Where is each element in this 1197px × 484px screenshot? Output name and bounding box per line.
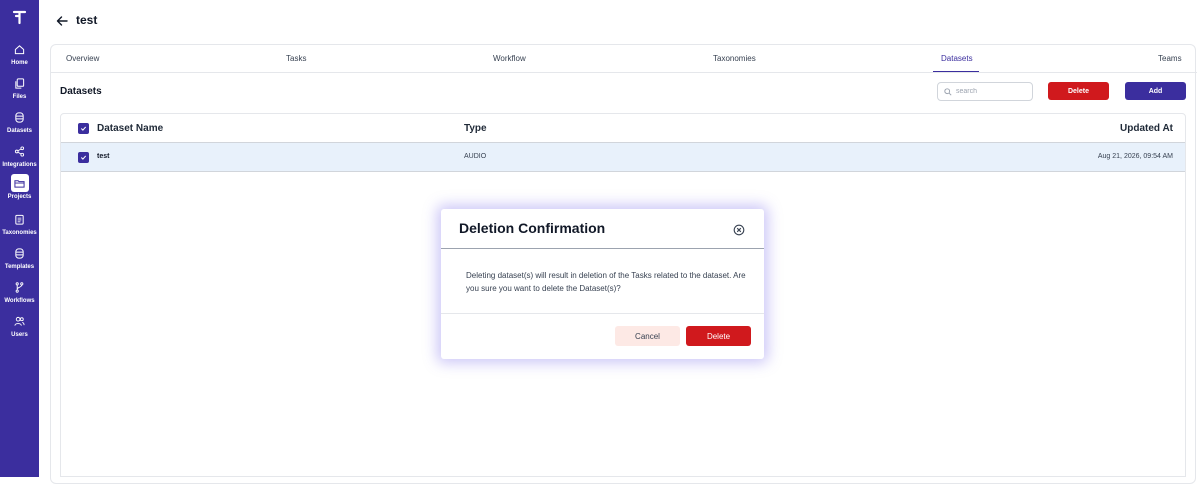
active-tab-indicator	[933, 71, 979, 72]
sidebar-item-integrations[interactable]: Integrations	[0, 142, 39, 172]
sidebar-item-projects[interactable]: Projects	[0, 174, 39, 204]
search-box[interactable]	[937, 82, 1033, 101]
delete-button[interactable]: Delete	[1048, 82, 1109, 100]
row-checkbox[interactable]	[78, 152, 89, 163]
divider	[441, 248, 764, 249]
section-title: Datasets	[60, 86, 102, 97]
page-title: test	[76, 13, 98, 27]
sidebar-item-users[interactable]: Users	[0, 312, 39, 342]
database-icon	[11, 244, 29, 262]
cancel-button[interactable]: Cancel	[615, 326, 680, 346]
dialog-title: Deletion Confirmation	[459, 220, 606, 236]
logo-icon[interactable]	[12, 10, 27, 25]
sidebar-item-templates[interactable]: Templates	[0, 244, 39, 274]
sidebar-item-label: Integrations	[2, 162, 37, 168]
tab-workflow[interactable]: Workflow	[493, 54, 526, 63]
tab-teams[interactable]: Teams	[1158, 54, 1182, 63]
branch-icon	[11, 278, 29, 296]
tab-bar: Overview Tasks Workflow Taxonomies Datas…	[51, 45, 1197, 73]
column-header-updated-at[interactable]: Updated At	[1120, 123, 1173, 134]
sidebar-item-label: Datasets	[6, 128, 32, 134]
confirm-delete-button[interactable]: Delete	[686, 326, 751, 346]
clipboard-icon	[11, 210, 29, 228]
tab-tasks[interactable]: Tasks	[286, 54, 306, 63]
share-icon	[11, 142, 29, 160]
cell-dataset-name: test	[97, 153, 110, 160]
search-input[interactable]	[956, 88, 1026, 95]
sidebar-item-label: Users	[11, 332, 28, 338]
sidebar-item-datasets[interactable]: Datasets	[0, 108, 39, 138]
dialog-message: Deleting dataset(s) will result in delet…	[466, 271, 746, 293]
divider	[441, 313, 764, 314]
home-icon	[11, 40, 29, 58]
files-icon	[11, 74, 29, 92]
column-header-name[interactable]: Dataset Name	[97, 123, 163, 134]
select-all-checkbox[interactable]	[78, 123, 89, 134]
tab-overview[interactable]: Overview	[66, 54, 99, 63]
table-header: Dataset Name Type Updated At	[61, 114, 1185, 143]
back-arrow-icon[interactable]	[56, 14, 68, 26]
sidebar: Home Files Datasets Integrations Project…	[0, 0, 39, 477]
column-header-type[interactable]: Type	[464, 123, 487, 134]
sidebar-item-label: Taxonomies	[2, 230, 37, 236]
search-icon	[944, 87, 952, 96]
database-icon	[11, 108, 29, 126]
deletion-confirmation-dialog: Deletion Confirmation Deleting dataset(s…	[441, 209, 764, 359]
check-icon	[80, 126, 87, 131]
sidebar-item-home[interactable]: Home	[0, 40, 39, 70]
close-icon[interactable]	[733, 223, 745, 236]
add-button[interactable]: Add	[1125, 82, 1186, 100]
users-icon	[11, 312, 29, 330]
sidebar-item-label: Templates	[4, 264, 35, 270]
cell-type: AUDIO	[464, 153, 487, 160]
sidebar-item-taxonomies[interactable]: Taxonomies	[0, 210, 39, 240]
check-icon	[80, 155, 87, 160]
sidebar-item-workflows[interactable]: Workflows	[0, 278, 39, 308]
sidebar-item-files[interactable]: Files	[0, 74, 39, 104]
tab-taxonomies[interactable]: Taxonomies	[713, 54, 756, 63]
folder-icon	[10, 174, 29, 192]
sidebar-item-label: Files	[12, 94, 27, 100]
table-row[interactable]: test AUDIO Aug 21, 2026, 09:54 AM	[61, 143, 1185, 172]
sidebar-item-label: Home	[11, 60, 28, 66]
sidebar-item-label: Projects	[7, 194, 32, 200]
cell-updated-at: Aug 21, 2026, 09:54 AM	[1097, 153, 1173, 160]
sidebar-item-label: Workflows	[4, 298, 35, 304]
tab-datasets[interactable]: Datasets	[941, 54, 973, 63]
